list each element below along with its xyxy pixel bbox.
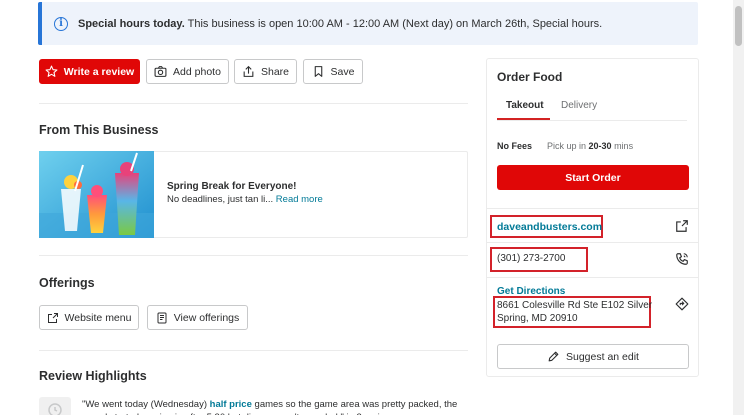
order-food-title: Order Food — [497, 70, 563, 84]
review-highlight-snippet[interactable]: "We went today (Wednesday) half price ga… — [82, 398, 472, 415]
start-order-button[interactable]: Start Order — [497, 165, 689, 190]
panel-divider — [487, 242, 698, 243]
scrollbar-track[interactable] — [733, 0, 744, 415]
external-link-icon — [47, 312, 58, 323]
panel-divider — [487, 277, 698, 278]
offerings-title: Offerings — [39, 276, 95, 290]
pickup-time: Pick up in 20-30 mins — [547, 141, 633, 151]
business-address: 8661 Colesville Rd Ste E102 Silver Sprin… — [497, 300, 653, 324]
section-divider — [39, 255, 468, 256]
menu-book-icon — [157, 312, 167, 323]
pickup-text: mins — [611, 141, 634, 151]
scrollbar-thumb[interactable] — [735, 6, 742, 46]
share-icon — [243, 65, 254, 77]
promo-description: No deadlines, just tan li... Read more — [167, 194, 323, 205]
promo-title: Spring Break for Everyone! — [167, 181, 297, 192]
clock-icon — [48, 403, 62, 415]
camera-icon — [154, 66, 167, 77]
banner-body-text: This business is open 10:00 AM - 12:00 A… — [184, 17, 603, 30]
write-review-button[interactable]: Write a review — [39, 59, 140, 84]
suggest-edit-button[interactable]: Suggest an edit — [497, 344, 689, 369]
section-divider — [39, 103, 468, 104]
reviewer-avatar — [39, 397, 71, 415]
add-photo-label: Add photo — [173, 65, 221, 78]
tabs-divider — [497, 120, 687, 121]
snippet-highlight: half price — [209, 399, 252, 410]
promo-image[interactable] — [39, 151, 154, 238]
pickup-minutes: 20-30 — [588, 141, 612, 151]
save-button[interactable]: Save — [303, 59, 363, 84]
save-label: Save — [330, 65, 355, 78]
drinks-illustration — [39, 151, 154, 238]
phone-number[interactable]: (301) 273-2700 — [497, 253, 565, 264]
banner-bold-text: Special hours today. — [78, 17, 185, 30]
fees-label: No Fees — [497, 141, 533, 151]
info-icon: i — [54, 16, 68, 31]
tab-delivery[interactable]: Delivery — [561, 100, 597, 111]
website-menu-label: Website menu — [64, 311, 132, 324]
from-business-title: From This Business — [39, 123, 159, 137]
website-menu-button[interactable]: Website menu — [39, 305, 139, 330]
pickup-text: Pick up in — [547, 141, 589, 151]
pencil-icon — [548, 351, 559, 362]
phone-icon[interactable] — [675, 252, 689, 266]
special-hours-banner: i Special hours today. This business is … — [38, 2, 698, 45]
tab-takeout[interactable]: Takeout — [506, 100, 544, 111]
write-review-label: Write a review — [63, 65, 135, 78]
external-link-icon[interactable] — [675, 219, 689, 233]
section-divider — [39, 350, 468, 351]
banner-text: Special hours today. This business is op… — [78, 18, 602, 30]
read-more-link[interactable]: Read more — [276, 194, 323, 205]
panel-divider — [487, 208, 698, 209]
add-photo-button[interactable]: Add photo — [146, 59, 229, 84]
view-offerings-button[interactable]: View offerings — [147, 305, 248, 330]
active-tab-indicator — [497, 118, 550, 120]
bookmark-icon — [314, 66, 322, 77]
view-offerings-label: View offerings — [173, 311, 240, 324]
website-link[interactable]: daveandbusters.com — [497, 221, 602, 233]
snippet-text: "We went today (Wednesday) — [82, 399, 210, 410]
share-label: Share — [260, 65, 290, 78]
directions-icon[interactable] — [675, 297, 689, 311]
review-highlights-title: Review Highlights — [39, 369, 147, 383]
promo-desc-text: No deadlines, just tan li... — [167, 194, 276, 205]
suggest-edit-label: Suggest an edit — [566, 350, 639, 363]
share-button[interactable]: Share — [234, 59, 297, 84]
star-icon — [45, 65, 58, 77]
